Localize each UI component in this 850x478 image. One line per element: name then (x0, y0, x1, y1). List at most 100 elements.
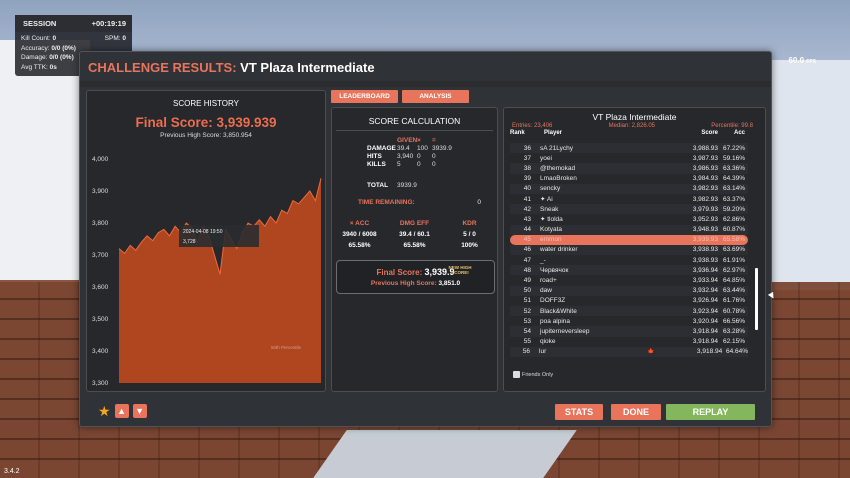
y-tick-label: 3,600 (92, 284, 109, 291)
y-tick-label: 3,700 (92, 252, 109, 259)
leaderboard-row[interactable]: 38 @themokad 3,986.93 63.36% (510, 163, 748, 174)
leaderboard-acc: 62.86% (722, 215, 745, 223)
calc-rows: DAMAGE 39.4 100 3939.9 HITS 3,940 0 0 KILLS 5 0 0 (367, 145, 462, 169)
leaderboard-row[interactable]: 54 jupiterneversleep 3,918.94 63.28% (510, 326, 748, 337)
thumbs-up-icon[interactable]: ▲ (114, 404, 129, 418)
y-tick-label: 3,500 (92, 316, 109, 323)
friends-only-checkbox[interactable] (513, 371, 520, 378)
final-score: Final Score: 3,939.939 (135, 115, 277, 130)
col-equals: = (432, 137, 436, 144)
leaderboard-row[interactable]: 53 poa alpina 3,920.94 66.56% (510, 316, 748, 326)
leaderboard-score: 3,936.94 (692, 266, 718, 274)
leaderboard-rank: 37 (523, 154, 531, 162)
avg-ttk-label: Avg TTK: (21, 63, 48, 71)
replay-button[interactable]: REPLAY (666, 404, 755, 420)
avg-ttk-value: 0s (49, 63, 57, 71)
leaderboard-meta: Entries: 23,406 Median: 2,826.05 Percent… (504, 123, 765, 129)
divider (336, 130, 493, 131)
kill-count-label: Kill Count: (21, 35, 51, 42)
leaderboard-row[interactable]: 48 Червячок 3,936.94 62.97% (510, 265, 748, 276)
spm-label: SPM: (104, 35, 121, 42)
leaderboard-row[interactable]: 56 lur 🍁 3,918.94 64.64% (510, 346, 748, 357)
final-score-box: Final Score: 3,939.9 NEW HIGH SCORE! Pre… (336, 260, 495, 294)
tab-analysis[interactable]: ANALYSIS (402, 90, 469, 103)
background-wall (770, 60, 850, 290)
done-button[interactable]: DONE (611, 404, 661, 420)
leaderboard-row-self[interactable]: 45 emmon 3,939.93 65.58% (510, 234, 748, 245)
leaderboard-player: water drinker (540, 246, 578, 254)
calc-row: DAMAGE 39.4 100 3939.9 (367, 145, 462, 153)
col-given: GIVEN (397, 137, 418, 144)
score-calculation-panel: SCORE CALCULATION GIVEN × = DAMAGE 39.4 10… (331, 107, 498, 392)
calc-cell-mult: 0 (417, 153, 421, 160)
leaderboard-list[interactable]: 36 sA 21Lychy 3,988.93 67.22% 37 yoei 3,987.93… (510, 143, 748, 357)
leaderboard-row[interactable]: 47 _- 3,938.93 61.91% (510, 255, 748, 265)
leaderboard-row[interactable]: 41 ✦ Ai 3,982.93 63.37% (510, 194, 748, 204)
leaderboard-player: yoei (540, 154, 552, 162)
leaderboard-acc: 63.28% (722, 327, 745, 335)
score-history-chart[interactable]: 4,000 3,900 3,800 3,700 3,600 3,500 3,400 3,300… (89, 155, 325, 387)
leaderboard-rank: 54 (523, 327, 531, 335)
star-icon[interactable]: ★ (98, 404, 111, 418)
leaderboard-player: Червячок (540, 266, 569, 274)
leaderboard-score: 3,939.93 (692, 236, 718, 244)
y-tick-label: 3,300 (92, 380, 109, 387)
leaderboard-score: 3,933.94 (692, 277, 718, 285)
kdr-percent: 100% (461, 242, 478, 249)
leaderboard-row[interactable]: 37 yoei 3,987.93 59.16% (510, 153, 748, 163)
leaderboard-row[interactable]: 39 LmaoBroken 3,984.93 64.39% (510, 174, 748, 184)
session-label: SESSION (23, 19, 57, 28)
leaderboard-score: 3,918.94 (692, 338, 718, 346)
leaderboard-score: 3,932.94 (692, 287, 718, 295)
leaderboard-row[interactable]: 44 Kotyata 3,948.93 60.87% (510, 224, 748, 235)
leaderboard-acc: 61.91% (722, 256, 745, 264)
leaderboard-row[interactable]: 51 DOFF3Z 3,926.94 61.76% (510, 296, 748, 306)
leaderboard-score: 3,938.93 (692, 246, 718, 254)
stats-button[interactable]: STATS (555, 404, 603, 420)
leaderboard-acc: 64.85% (722, 277, 745, 285)
damage-value: 0/0 (0%) (49, 54, 74, 61)
calc-cell-total: 0 (432, 161, 436, 168)
calc-cell-total: 3939.9 (432, 145, 452, 152)
leaderboard-row[interactable]: 50 daw 3,932.94 63.44% (510, 285, 748, 296)
final-score-label: Final Score: (376, 268, 423, 277)
leaderboard-row[interactable]: 40 sencky 3,982.93 63.14% (510, 183, 748, 194)
leaderboard-acc: 65.58% (722, 236, 745, 244)
leaderboard-acc: 63.37% (722, 195, 745, 203)
leaderboard-row[interactable]: 42 Sneak 3,979.93 59.20% (510, 204, 748, 215)
score-history-title: SCORE HISTORY (173, 99, 239, 108)
tab-leaderboard[interactable]: LEADERBOARD (331, 90, 398, 103)
leaderboard-player: Black&White (540, 307, 577, 315)
entries-count: Entries: 23,406 (512, 123, 553, 129)
time-remaining-value: 0 (477, 199, 481, 206)
leaderboard-row[interactable]: 36 sA 21Lychy 3,988.93 67.22% (510, 143, 748, 154)
leaderboard-score: 3,984.93 (692, 175, 718, 183)
leaderboard-acc: 60.87% (722, 226, 745, 234)
leaderboard-acc: 64.64% (725, 348, 748, 356)
title-divider (80, 81, 771, 87)
thumbs-down-icon[interactable]: ▼ (132, 404, 147, 418)
leaderboard-row[interactable]: 43 ✦ tlolda 3,952.93 62.86% (510, 214, 748, 224)
leaderboard-row[interactable]: 46 water drinker 3,938.93 63.69% (510, 244, 748, 256)
time-remaining-label: TIME REMAINING: (358, 199, 415, 206)
leaderboard-score: 3,982.93 (692, 195, 718, 203)
leaderboard-score: 3,923.94 (692, 307, 718, 315)
leaderboard-rank: 43 (523, 215, 531, 223)
leaderboard-score: 3,987.93 (692, 154, 718, 162)
leaderboard-row[interactable]: 55 qioke 3,918.94 62.15% (510, 337, 748, 347)
leaderboard-acc: 64.39% (722, 175, 745, 183)
friends-only-label: Friends Only (522, 371, 554, 378)
leaderboard-row[interactable]: 52 Black&White 3,923.94 60.78% (510, 306, 748, 317)
leaderboard-score: 3,920.94 (692, 317, 718, 325)
leaderboard-title: VT Plaza Intermediate (592, 112, 677, 122)
leaderboard-player: jupiterneversleep (540, 327, 590, 335)
leaderboard-row[interactable]: 49 road+ 3,933.94 64.85% (510, 275, 748, 285)
calc-header-row: GIVEN × = (367, 137, 462, 145)
leaderboard-acc: 63.69% (722, 246, 745, 254)
leaderboard-score: 3,988.93 (692, 144, 718, 152)
friends-only-toggle[interactable]: Friends Only (513, 371, 553, 378)
leaderboard-score: 3,918.94 (696, 348, 723, 356)
rating-icons: ★ ▲ ▼ (98, 404, 147, 418)
version-label: 3.4.2 (4, 468, 20, 475)
leaderboard-scrollbar[interactable] (755, 268, 758, 330)
